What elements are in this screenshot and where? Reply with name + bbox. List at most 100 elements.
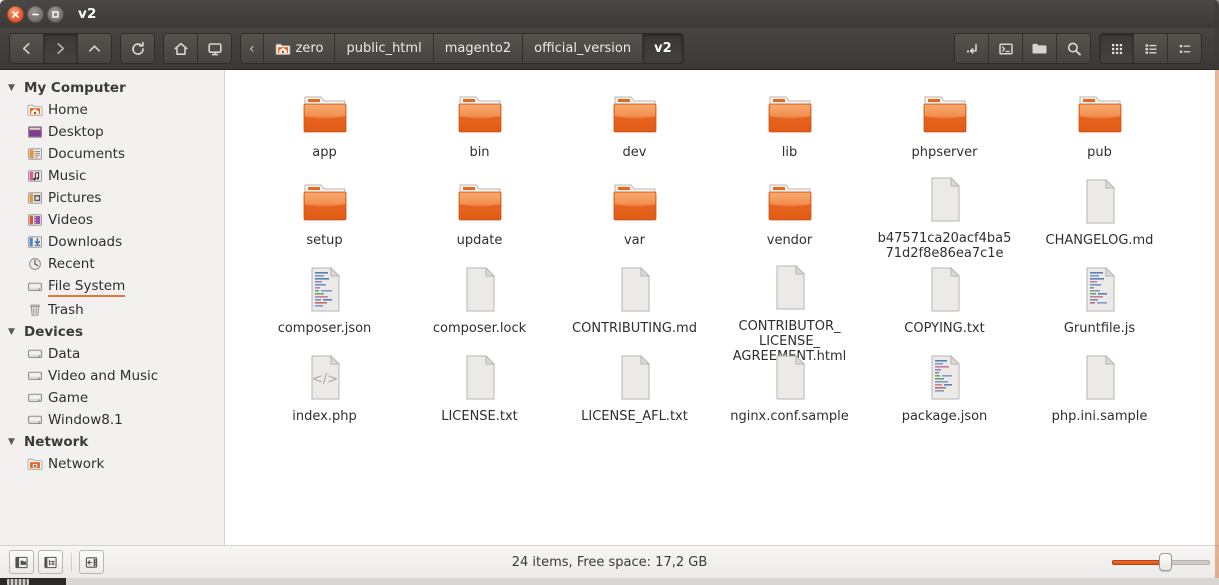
computer-button[interactable]: [198, 34, 231, 63]
sidebar-item-label: Downloads: [48, 233, 123, 250]
sidebar-item-game[interactable]: Game: [0, 387, 224, 409]
toggle-sidebar-button[interactable]: [79, 550, 104, 574]
file-item-pub[interactable]: pub: [1022, 84, 1177, 172]
music-icon: [26, 168, 43, 185]
terminal-button[interactable]: [989, 34, 1023, 63]
breadcrumb-item-public_html[interactable]: public_html: [335, 34, 434, 63]
file-item-contributor-license-agreement-html[interactable]: CONTRIBUTOR_ LICENSE_ AGREEMENT.html: [712, 260, 867, 364]
sidebar-item-recent[interactable]: Recent: [0, 253, 224, 275]
home-button[interactable]: [164, 34, 198, 63]
breadcrumb-item-zero[interactable]: zero: [263, 34, 336, 63]
file-item-copying-txt[interactable]: COPYING.txt: [867, 260, 1022, 348]
file-item-phpserver[interactable]: phpserver: [867, 84, 1022, 172]
file-item-var[interactable]: var: [557, 172, 712, 260]
sidebar-item-label: Data: [48, 345, 81, 362]
file-item-index-php[interactable]: </> index.php: [247, 348, 402, 436]
sidebar-group-devices[interactable]: ▼ Devices: [0, 321, 224, 343]
sidebar-item-trash[interactable]: Trash: [0, 299, 224, 321]
sidebar-group-network[interactable]: ▼ Network: [0, 431, 224, 453]
breadcrumb-item-v2[interactable]: v2: [643, 34, 683, 63]
new-folder-button[interactable]: [1023, 34, 1057, 63]
folder-icon: [1032, 43, 1047, 54]
tree-sidebar-button[interactable]: [38, 550, 63, 574]
blank-document-icon: [1078, 174, 1122, 228]
launcher-icon[interactable]: [7, 579, 29, 585]
file-name: pub: [1087, 145, 1112, 160]
sidebar-item-window8-1[interactable]: Window8.1: [0, 409, 224, 431]
sidebar-group-label: Devices: [24, 324, 83, 340]
search-button[interactable]: [1057, 34, 1090, 63]
sidebar-item-data[interactable]: Data: [0, 343, 224, 365]
reload-button[interactable]: [121, 34, 154, 63]
file-item-php-ini-sample[interactable]: php.ini.sample: [1022, 348, 1177, 436]
sidebar-item-videos[interactable]: Videos: [0, 209, 224, 231]
file-item-update[interactable]: update: [402, 172, 557, 260]
sidebar-group-my-computer[interactable]: ▼ My Computer: [0, 77, 224, 99]
maximize-icon: [52, 10, 59, 18]
sidebar-item-pictures[interactable]: Pictures: [0, 187, 224, 209]
file-list-area[interactable]: app bin dev lib phpserver pub setup upda…: [225, 70, 1219, 545]
sidebar-item-label: Trash: [48, 301, 84, 318]
file-item-hash[interactable]: b47571ca20acf4ba5 71d2f8e86ea7c1e: [867, 172, 1022, 261]
breadcrumb-item-magento2[interactable]: magento2: [433, 34, 524, 63]
open-terminal-here-button[interactable]: [955, 34, 989, 63]
folder-icon: [607, 86, 663, 140]
sidebar-item-video-and-music[interactable]: Video and Music: [0, 365, 224, 387]
file-item-license-afl-txt[interactable]: LICENSE_AFL.txt: [557, 348, 712, 436]
sidebar-item-documents[interactable]: Documents: [0, 143, 224, 165]
file-item-license-txt[interactable]: LICENSE.txt: [402, 348, 557, 436]
folder-icon: [297, 86, 353, 140]
sidebar-item-network[interactable]: Network: [0, 453, 224, 475]
places-sidebar-button[interactable]: [9, 550, 34, 574]
up-button[interactable]: [78, 34, 111, 63]
drive-icon: [26, 390, 43, 407]
file-item-nginx-conf-sample[interactable]: nginx.conf.sample: [712, 348, 867, 436]
file-name: php.ini.sample: [1051, 409, 1148, 424]
forward-button[interactable]: [44, 34, 78, 63]
sidebar-item-file-system[interactable]: File System: [0, 275, 224, 299]
icon-view-button[interactable]: [1100, 34, 1134, 63]
file-name: composer.json: [277, 321, 372, 336]
back-button[interactable]: [10, 34, 44, 63]
folder-icon: [762, 174, 818, 228]
file-item-gruntfile-js[interactable]: Gruntfile.js: [1022, 260, 1177, 348]
file-item-lib[interactable]: lib: [712, 84, 867, 172]
compact-view-button[interactable]: [1168, 34, 1201, 63]
zoom-slider[interactable]: [1112, 553, 1210, 571]
close-window-button[interactable]: [7, 5, 24, 23]
sidebar-item-home[interactable]: Home: [0, 99, 224, 121]
enter-arrow-icon: [966, 43, 977, 54]
zoom-slider-handle[interactable]: [1159, 553, 1172, 571]
breadcrumb-label: zero: [295, 41, 324, 56]
file-item-composer-lock[interactable]: composer.lock: [402, 260, 557, 348]
file-item-composer-json[interactable]: composer.json: [247, 260, 402, 348]
chevron-right-icon: [57, 43, 65, 54]
blank-document-icon: [1078, 350, 1122, 404]
sidebar-item-desktop[interactable]: Desktop: [0, 121, 224, 143]
drive-icon: [26, 279, 43, 296]
minimize-window-button[interactable]: [27, 5, 44, 23]
folder-icon: [297, 174, 353, 228]
list-view-button[interactable]: [1134, 34, 1168, 63]
network-folder-icon: [26, 456, 43, 473]
maximize-window-button[interactable]: [47, 5, 64, 23]
breadcrumb-item-official_version[interactable]: official_version: [523, 34, 644, 63]
folder-icon: [452, 86, 508, 140]
sidebar: ▼ My Computer Home Desktop Documents Mus…: [0, 70, 225, 545]
file-item-dev[interactable]: dev: [557, 84, 712, 172]
blank-document-icon: [613, 350, 657, 404]
sidebar-item-downloads[interactable]: Downloads: [0, 231, 224, 253]
file-item-setup[interactable]: setup: [247, 172, 402, 260]
icon-grid: app bin dev lib phpserver pub setup upda…: [247, 84, 1209, 436]
sidebar-item-music[interactable]: Music: [0, 165, 224, 187]
file-item-bin[interactable]: bin: [402, 84, 557, 172]
videos-icon: [26, 212, 43, 229]
file-item-package-json[interactable]: package.json: [867, 348, 1022, 436]
file-item-contributing-md[interactable]: CONTRIBUTING.md: [557, 260, 712, 348]
file-item-vendor[interactable]: vendor: [712, 172, 867, 260]
file-item-app[interactable]: app: [247, 84, 402, 172]
file-item-changelog-md[interactable]: CHANGELOG.md: [1022, 172, 1177, 260]
sidebar-item-label: Pictures: [48, 189, 102, 206]
sidebar-item-label: Game: [48, 389, 89, 406]
breadcrumb-scroll-left-button[interactable]: ‹: [241, 34, 264, 63]
